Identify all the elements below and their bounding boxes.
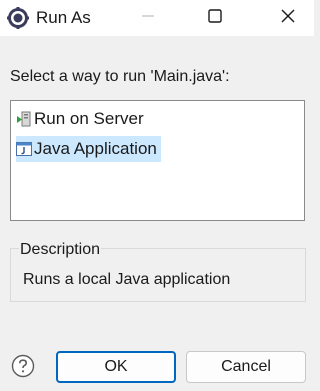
list-item-label: Run on Server bbox=[34, 109, 144, 128]
java-application-icon bbox=[16, 141, 32, 157]
list-item-label: Java Application bbox=[34, 139, 157, 158]
eclipse-icon bbox=[6, 6, 30, 30]
description-legend: Description bbox=[19, 241, 102, 259]
list-item-run-on-server[interactable]: Run on Server bbox=[16, 106, 144, 132]
run-as-dialog: Run As Select a way to run 'Main.java': bbox=[0, 0, 314, 391]
title-bar[interactable]: Run As bbox=[0, 0, 314, 36]
description-text: Runs a local Java application bbox=[23, 271, 231, 288]
minimize-icon bbox=[141, 9, 155, 28]
prompt-label: Select a way to run 'Main.java': bbox=[10, 68, 230, 85]
launch-options-list[interactable]: Run on Server Java Application bbox=[10, 100, 305, 221]
ok-button[interactable]: OK bbox=[56, 351, 176, 383]
maximize-icon bbox=[207, 8, 223, 29]
close-button[interactable] bbox=[270, 0, 306, 36]
run-on-server-icon bbox=[16, 111, 32, 127]
close-icon bbox=[280, 8, 296, 29]
window-title: Run As bbox=[36, 8, 91, 27]
minimize-button[interactable] bbox=[130, 0, 166, 36]
list-item-java-application[interactable]: Java Application bbox=[16, 136, 161, 162]
help-icon[interactable] bbox=[11, 354, 35, 378]
cancel-button[interactable]: Cancel bbox=[186, 351, 306, 383]
maximize-button[interactable] bbox=[197, 0, 233, 36]
